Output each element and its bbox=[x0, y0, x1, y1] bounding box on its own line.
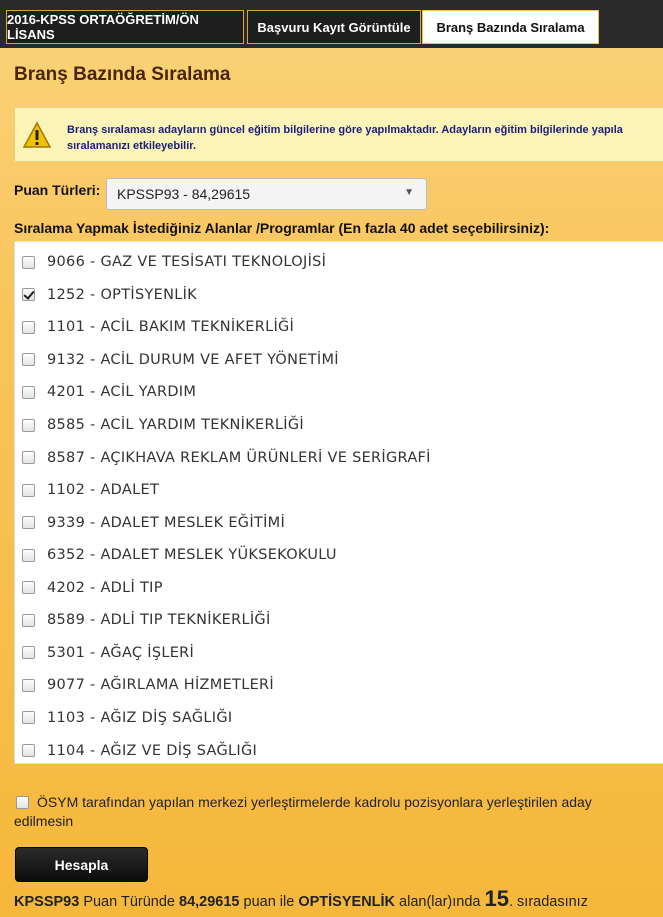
osym-checkbox[interactable] bbox=[16, 796, 29, 809]
program-list-item[interactable]: 4201 - ACİL YARDIM bbox=[15, 376, 663, 409]
result-text-part: alan(lar)ında bbox=[395, 894, 485, 910]
program-checkbox[interactable] bbox=[22, 483, 35, 497]
program-list-item[interactable]: 1101 - ACİL BAKIM TEKNİKERLİĞİ bbox=[15, 311, 663, 344]
program-list-item[interactable]: 8587 - AÇIKHAVA REKLAM ÜRÜNLERİ VE SERİG… bbox=[15, 441, 663, 474]
puan-turleri-label: Puan Türleri: bbox=[14, 182, 101, 198]
program-checkbox[interactable] bbox=[22, 385, 35, 399]
program-list-item[interactable]: 1102 - ADALET bbox=[15, 474, 663, 507]
result-puan-type: KPSSP93 bbox=[14, 894, 80, 910]
program-checkbox[interactable] bbox=[22, 288, 35, 302]
program-checkbox[interactable] bbox=[22, 613, 35, 627]
chevron-down-icon: ▼ bbox=[404, 187, 414, 198]
warning-text: Branş sıralaması adayların güncel eğitim… bbox=[67, 124, 623, 152]
program-checkbox[interactable] bbox=[22, 581, 35, 595]
program-checkbox[interactable] bbox=[22, 451, 35, 465]
program-label: 9339 - ADALET MESLEK EĞİTİMİ bbox=[47, 514, 286, 531]
program-checkbox[interactable] bbox=[22, 646, 35, 660]
program-list-item[interactable]: 9077 - AĞIRLAMA HİZMETLERİ bbox=[15, 669, 663, 702]
program-label: 9132 - ACİL DURUM VE AFET YÖNETİMİ bbox=[47, 351, 339, 368]
program-label: 4201 - ACİL YARDIM bbox=[47, 384, 197, 401]
program-checkbox[interactable] bbox=[22, 320, 35, 334]
program-list-item[interactable]: 9339 - ADALET MESLEK EĞİTİMİ bbox=[15, 506, 663, 539]
program-checkbox[interactable] bbox=[22, 711, 35, 725]
program-list-item[interactable]: 4202 - ADLİ TIP bbox=[15, 572, 663, 605]
warning-box: Branş sıralaması adayların güncel eğitim… bbox=[14, 107, 663, 162]
program-list-item[interactable]: 9066 - GAZ VE TESİSATI TEKNOLOJİSİ bbox=[15, 246, 663, 279]
program-list-item[interactable]: 1104 - AĞIZ VE DİŞ SAĞLIĞI bbox=[15, 734, 663, 763]
program-label: 5301 - AĞAÇ İŞLERİ bbox=[47, 644, 195, 661]
program-label: 1102 - ADALET bbox=[47, 482, 160, 499]
program-label: 9077 - AĞIRLAMA HİZMETLERİ bbox=[47, 677, 275, 694]
puan-turleri-select[interactable]: KPSSP93 - 84,29615 ▼ bbox=[106, 178, 427, 210]
program-list-item[interactable]: 8585 - ACİL YARDIM TEKNİKERLİĞİ bbox=[15, 409, 663, 442]
result-text-part: . sıradasınız bbox=[508, 894, 588, 910]
program-label: 4202 - ADLİ TIP bbox=[47, 579, 163, 596]
program-label: 8587 - AÇIKHAVA REKLAM ÜRÜNLERİ VE SERİG… bbox=[47, 449, 431, 466]
program-label: 8585 - ACİL YARDIM TEKNİKERLİĞİ bbox=[47, 417, 304, 433]
result-program: OPTİSYENLİK bbox=[298, 894, 396, 910]
program-label: 1104 - AĞIZ VE DİŞ SAĞLIĞI bbox=[47, 742, 258, 759]
program-checkbox[interactable] bbox=[22, 678, 35, 692]
program-label: 9066 - GAZ VE TESİSATI TEKNOLOJİSİ bbox=[47, 254, 327, 271]
puan-selected-value: KPSSP93 - 84,29615 bbox=[117, 186, 251, 202]
program-list-item[interactable]: 1252 - OPTİSYENLİK bbox=[15, 279, 663, 312]
program-checkbox[interactable] bbox=[22, 418, 35, 432]
page-title: Branş Bazında Sıralama bbox=[14, 64, 231, 85]
programs-list[interactable]: 9066 - GAZ VE TESİSATI TEKNOLOJİSİ 1252 -… bbox=[14, 241, 663, 764]
programs-list-label: Sıralama Yapmak İstediğiniz Alanlar /Pro… bbox=[14, 220, 550, 236]
tab-kpss-ortaogretim[interactable]: 2016-KPSS ORTAÖĞRETİM/ÖN LİSANS bbox=[6, 10, 244, 44]
program-list-item[interactable]: 5301 - AĞAÇ İŞLERİ bbox=[15, 637, 663, 670]
result-score: 84,29615 bbox=[179, 894, 240, 910]
result-text-part: Puan Türünde bbox=[79, 894, 179, 910]
program-checkbox[interactable] bbox=[22, 255, 35, 269]
warning-icon bbox=[23, 121, 51, 148]
program-checkbox[interactable] bbox=[22, 353, 35, 367]
result-text: KPSSP93 Puan Türünde 84,29615 puan ile O… bbox=[14, 886, 663, 912]
program-list-item[interactable]: 9132 - ACİL DURUM VE AFET YÖNETİMİ bbox=[15, 344, 663, 377]
program-checkbox[interactable] bbox=[22, 548, 35, 562]
program-label: 1101 - ACİL BAKIM TEKNİKERLİĞİ bbox=[47, 319, 295, 336]
program-list-item[interactable]: 1103 - AĞIZ DİŞ SAĞLIĞI bbox=[15, 702, 663, 735]
tab-brans-siralama[interactable]: Branş Bazında Sıralama bbox=[422, 10, 599, 44]
program-list-item[interactable]: 6352 - ADALET MESLEK YÜKSEKOKULU bbox=[15, 539, 663, 572]
top-navigation: 2016-KPSS ORTAÖĞRETİM/ÖN LİSANS Başvuru … bbox=[0, 0, 663, 48]
program-label: 8589 - ADLİ TIP TEKNİKERLİĞİ bbox=[47, 612, 271, 629]
result-rank: 15 bbox=[484, 886, 509, 911]
program-label: 1252 - OPTİSYENLİK bbox=[47, 286, 197, 303]
hesapla-button[interactable]: Hesapla bbox=[15, 847, 148, 882]
program-checkbox[interactable] bbox=[22, 744, 35, 757]
program-label: 1103 - AĞIZ DİŞ SAĞLIĞI bbox=[47, 709, 233, 726]
tab-basvuru-kayit[interactable]: Başvuru Kayıt Görüntüle bbox=[247, 10, 421, 44]
program-list-item[interactable]: 8589 - ADLİ TIP TEKNİKERLİĞİ bbox=[15, 604, 663, 637]
result-text-part: puan ile bbox=[239, 894, 299, 910]
osym-label: ÖSYM tarafından yapılan merkezi yerleşti… bbox=[14, 794, 592, 829]
program-checkbox[interactable] bbox=[22, 516, 35, 530]
osym-option: ÖSYM tarafından yapılan merkezi yerleşti… bbox=[14, 793, 663, 831]
program-label: 6352 - ADALET MESLEK YÜKSEKOKULU bbox=[47, 547, 337, 564]
